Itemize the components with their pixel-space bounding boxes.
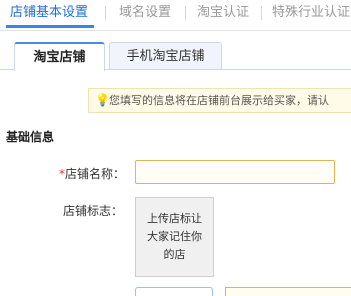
section-title-basic-info: 基础信息 [6,130,55,144]
active-tab-indicator [6,25,94,28]
tab-special-industry-certification[interactable]: 特殊行业认证 [272,3,350,23]
logo-upload-button[interactable]: 上传店标让大家记住你的店 [135,197,214,277]
top-nav: 店铺基本设置 域名设置 淘宝认证 特殊行业认证 [0,0,351,31]
tip-text: 您填写的信息将在店铺前台展示给买家，请认 [109,94,329,107]
partial-button[interactable] [135,287,213,296]
shop-logo-label: 店铺标志： [63,204,124,218]
tab-shop-basic-settings[interactable]: 店铺基本设置 [10,3,88,23]
partial-input[interactable] [225,287,351,296]
shop-name-input[interactable] [135,160,335,184]
shop-name-label: *店铺名称： [59,165,125,182]
nav-divider [261,6,262,20]
info-tip-banner: 💡您填写的信息将在店铺前台展示给买家，请认 [88,88,351,113]
subtab-taobao-shop[interactable]: 淘宝店铺 [14,42,105,71]
nav-divider [185,6,186,20]
lightbulb-icon: 💡 [95,93,110,107]
nav-divider [105,6,106,20]
logo-upload-text: 上传店标让大家记住你的店 [147,212,202,261]
shop-name-label-text: 店铺名称： [65,167,126,181]
tab-taobao-certification[interactable]: 淘宝认证 [197,3,249,23]
subtab-mobile-taobao-shop[interactable]: 手机淘宝店铺 [109,42,222,69]
tab-domain-settings[interactable]: 域名设置 [119,3,171,23]
